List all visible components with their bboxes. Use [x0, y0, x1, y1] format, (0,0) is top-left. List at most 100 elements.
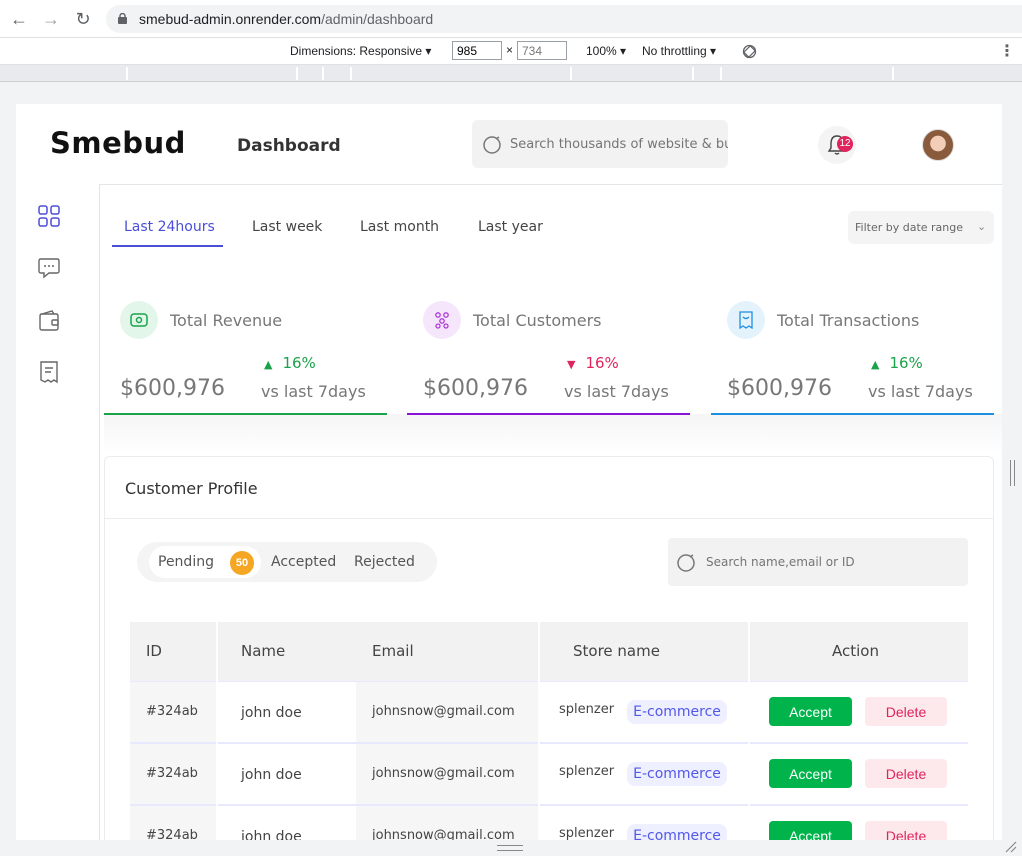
column-header-action: Action — [832, 642, 879, 660]
stat-title: Total Customers — [473, 311, 602, 330]
segment-accepted[interactable]: Accepted — [271, 554, 336, 570]
times-icon: × — [506, 43, 514, 57]
row-email: johnsnow@gmail.com — [372, 704, 515, 719]
delete-button[interactable]: Delete — [865, 697, 947, 726]
row-id: #324ab — [146, 704, 198, 719]
stat-compare: vs last 7days — [261, 382, 366, 401]
category-tag: E-commerce — [627, 762, 727, 786]
height-input[interactable] — [517, 41, 567, 60]
sidebar-divider — [99, 184, 100, 840]
trend-down-icon: ▼ — [567, 358, 576, 371]
receipt-icon[interactable] — [37, 360, 61, 384]
stat-card-customers: Total Customers ▼ 16% $600,976 vs last 7d… — [407, 291, 690, 415]
column-divider — [216, 622, 218, 840]
row-email: johnsnow@gmail.com — [372, 828, 515, 840]
row-name: john doe — [241, 767, 302, 783]
width-input[interactable] — [452, 41, 502, 60]
browser-toolbar: ← → ↻ smebud-admin.onrender.com/admin/da… — [0, 0, 1022, 38]
stats-shadow — [104, 414, 1002, 454]
back-arrow-icon[interactable]: ← — [8, 8, 30, 30]
segment-rejected[interactable]: Rejected — [354, 554, 415, 570]
avatar[interactable] — [922, 129, 954, 161]
address-bar[interactable]: smebud-admin.onrender.com/admin/dashboar… — [106, 5, 1022, 33]
customer-search[interactable] — [668, 538, 968, 586]
stat-title: Total Revenue — [170, 311, 283, 330]
url-text: smebud-admin.onrender.com/admin/dashboar… — [139, 11, 434, 27]
column-header-store: Store name — [573, 642, 660, 660]
throttling-select[interactable]: No throttling ▾ — [642, 44, 716, 58]
dashboard-grid-icon[interactable] — [37, 204, 61, 228]
receipt-icon — [727, 301, 765, 339]
column-header-name: Name — [241, 642, 286, 660]
header-divider — [99, 184, 1002, 185]
accept-button[interactable]: Accept — [769, 759, 852, 788]
filter-label: Filter by date range — [855, 221, 964, 234]
zoom-select[interactable]: 100% ▾ — [586, 44, 626, 58]
accept-button[interactable]: Accept — [769, 697, 852, 726]
forward-arrow-icon[interactable]: → — [40, 8, 62, 30]
customer-profile-panel: Customer Profile Pending 50 Accepted Rej… — [104, 456, 994, 840]
segment-pending-label[interactable]: Pending — [158, 554, 214, 570]
lock-icon — [118, 13, 127, 24]
trend-up-icon: ▲ — [871, 358, 880, 371]
stat-underline — [711, 413, 994, 415]
active-tab-indicator — [112, 245, 223, 247]
column-header-id: ID — [146, 642, 162, 660]
reload-icon[interactable]: ↻ — [72, 8, 94, 30]
media-query-ruler — [0, 65, 1022, 82]
more-options-icon[interactable]: ⋮ — [999, 41, 1015, 61]
dashboard-page: Smebud Dashboard 12 Last 24hours Last we… — [16, 104, 1002, 840]
notifications-button[interactable]: 12 — [818, 126, 856, 164]
stat-trend: ▲ 16% — [871, 354, 923, 372]
column-header-email: Email — [372, 642, 414, 660]
tab-last-24hours[interactable]: Last 24hours — [124, 219, 215, 235]
tab-last-month[interactable]: Last month — [360, 219, 439, 235]
date-range-filter[interactable]: Filter by date range ⌄ — [848, 211, 994, 244]
row-name: john doe — [241, 705, 302, 721]
table-row: #324ab john doe johnsnow@gmail.com splen… — [130, 681, 968, 743]
tab-last-year[interactable]: Last year — [478, 219, 543, 235]
wallet-icon[interactable] — [37, 309, 61, 333]
viewport-resize-handle-right[interactable] — [1010, 460, 1015, 486]
row-email: johnsnow@gmail.com — [372, 766, 515, 781]
status-segmented-control: Pending 50 Accepted Rejected — [137, 542, 437, 582]
column-divider — [538, 622, 540, 840]
delete-button[interactable]: Delete — [865, 759, 947, 788]
notification-badge: 12 — [837, 136, 853, 152]
stat-trend: ▲ 16% — [264, 354, 316, 372]
accept-button[interactable]: Accept — [769, 821, 852, 840]
trend-up-icon: ▲ — [264, 358, 273, 371]
row-store: splenzer — [559, 826, 615, 840]
category-tag: E-commerce — [627, 700, 727, 724]
row-name: john doe — [241, 829, 302, 840]
row-store: splenzer — [559, 764, 615, 779]
stat-amount: $600,976 — [120, 376, 225, 401]
corner-resize-icon[interactable] — [1004, 840, 1018, 854]
stat-amount: $600,976 — [727, 376, 832, 401]
global-search[interactable] — [472, 120, 728, 168]
dimensions-select[interactable]: Dimensions: Responsive ▾ — [290, 44, 431, 58]
chat-icon[interactable] — [37, 256, 61, 280]
row-id: #324ab — [146, 828, 198, 840]
cash-icon — [120, 301, 158, 339]
device-toolbar: Dimensions: Responsive ▾ × 100% ▾ No thr… — [0, 38, 1022, 65]
stat-trend: ▼ 16% — [567, 354, 619, 372]
logo[interactable]: Smebud — [50, 126, 186, 160]
rotate-icon[interactable] — [742, 44, 757, 59]
table-header: ID Name Email Store name Action — [130, 622, 968, 681]
stat-card-revenue: Total Revenue ▲ 16% $600,976 vs last 7day… — [104, 291, 387, 415]
row-store: splenzer — [559, 702, 615, 717]
search-icon — [677, 554, 695, 572]
stat-underline — [407, 413, 690, 415]
chevron-down-icon: ⌄ — [977, 220, 987, 233]
customer-search-input[interactable] — [706, 553, 956, 571]
viewport-resize-handle-bottom[interactable] — [497, 845, 523, 851]
table-row: #324ab john doe johnsnow@gmail.com splen… — [130, 743, 968, 805]
page-title: Dashboard — [237, 136, 341, 156]
stat-amount: $600,976 — [423, 376, 528, 401]
tab-last-week[interactable]: Last week — [252, 219, 322, 235]
column-divider — [748, 622, 750, 840]
delete-button[interactable]: Delete — [865, 821, 947, 840]
stat-compare: vs last 7days — [564, 382, 669, 401]
global-search-input[interactable] — [510, 134, 728, 154]
